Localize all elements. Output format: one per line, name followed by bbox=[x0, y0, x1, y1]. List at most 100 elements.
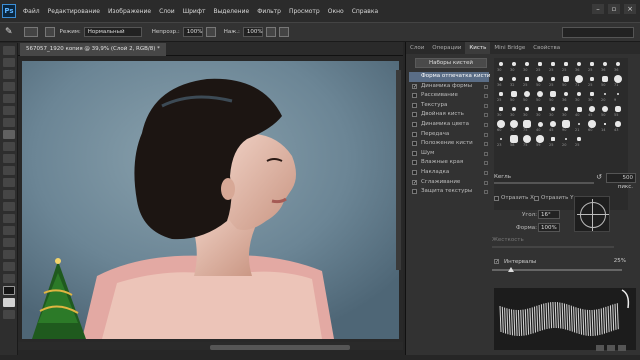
brush-tip[interactable]: 14 bbox=[599, 119, 611, 133]
angle-roundness-widget[interactable] bbox=[574, 196, 610, 232]
brush-tip[interactable]: 55 bbox=[612, 104, 624, 118]
brush-option-checkbox[interactable] bbox=[412, 121, 417, 127]
pen-tool-icon[interactable] bbox=[3, 214, 15, 223]
dodge-tool-icon[interactable] bbox=[3, 202, 15, 211]
brush-tip[interactable]: 30 bbox=[573, 89, 585, 103]
lasso-tool-icon[interactable] bbox=[3, 70, 15, 79]
airbrush-icon[interactable] bbox=[265, 27, 276, 37]
brush-tip[interactable]: 30 bbox=[495, 104, 507, 118]
tab-layers[interactable]: Слои bbox=[406, 42, 428, 54]
flow-field[interactable]: 100% bbox=[242, 27, 263, 37]
lock-icon[interactable] bbox=[484, 113, 488, 118]
flip-y-option[interactable]: Отразить Y bbox=[534, 195, 573, 201]
angle-field[interactable]: 16° bbox=[538, 210, 560, 219]
menu-select[interactable]: Выделение bbox=[209, 8, 253, 15]
spacing-value[interactable]: 25% bbox=[614, 258, 626, 264]
grid-view-icon[interactable] bbox=[607, 345, 615, 351]
menu-type[interactable]: Шрифт bbox=[179, 8, 210, 15]
path-select-tool-icon[interactable] bbox=[3, 238, 15, 247]
tab-properties[interactable]: Свойства bbox=[529, 42, 564, 54]
canvas-area[interactable] bbox=[18, 56, 403, 342]
new-preset-icon[interactable] bbox=[618, 345, 626, 351]
flip-x-option[interactable]: Отразить X bbox=[494, 195, 534, 201]
brush-option-checkbox[interactable] bbox=[412, 150, 417, 156]
lock-icon[interactable] bbox=[484, 84, 488, 89]
menu-layer[interactable]: Слои bbox=[155, 8, 179, 15]
brush-tool-icon[interactable] bbox=[3, 130, 15, 139]
brush-option-6[interactable]: Передача bbox=[409, 130, 489, 140]
brush-tip[interactable]: 32 bbox=[508, 74, 520, 88]
brush-tip[interactable]: 90 bbox=[560, 119, 572, 133]
brush-tip[interactable]: 50 bbox=[534, 74, 546, 88]
hand-tool-icon[interactable] bbox=[3, 262, 15, 271]
brush-tip[interactable]: 50 bbox=[547, 89, 559, 103]
brush-option-8[interactable]: Шум bbox=[409, 149, 489, 159]
lock-icon[interactable] bbox=[484, 190, 488, 195]
lock-icon[interactable] bbox=[484, 142, 488, 147]
brush-tip[interactable]: 36 bbox=[573, 59, 585, 73]
zoom-tool-icon[interactable] bbox=[3, 274, 15, 283]
background-color-swatch[interactable] bbox=[3, 298, 15, 307]
brush-tip[interactable]: 30 bbox=[508, 104, 520, 118]
size-slider[interactable] bbox=[494, 182, 594, 184]
maximize-icon[interactable]: ▫ bbox=[608, 4, 620, 14]
brush-tip[interactable]: 21 bbox=[573, 119, 585, 133]
brush-size-picker[interactable] bbox=[23, 27, 38, 37]
lock-icon[interactable] bbox=[484, 94, 488, 99]
brush-icon[interactable]: ✎ bbox=[5, 27, 13, 37]
brush-option-10[interactable]: Накладка bbox=[409, 168, 489, 178]
lock-icon[interactable] bbox=[484, 161, 488, 166]
menu-edit[interactable]: Редактирование bbox=[44, 8, 104, 15]
toggle-preview-icon[interactable] bbox=[596, 345, 604, 351]
pressure-opacity-icon[interactable] bbox=[205, 27, 216, 37]
lock-icon[interactable] bbox=[484, 151, 488, 156]
brush-option-checkbox[interactable]: ✓ bbox=[412, 83, 417, 89]
brush-tip[interactable]: 70 bbox=[508, 119, 520, 133]
lock-icon[interactable] bbox=[484, 103, 488, 108]
brush-option-7[interactable]: Положение кисти bbox=[409, 139, 489, 149]
brush-tip[interactable]: 50 bbox=[560, 74, 572, 88]
lock-icon[interactable] bbox=[484, 132, 488, 137]
reset-size-icon[interactable]: ↺ bbox=[596, 173, 602, 181]
healing-tool-icon[interactable] bbox=[3, 118, 15, 127]
brush-option-12[interactable]: Защита текстуры bbox=[409, 187, 489, 197]
brush-tip[interactable]: 30 bbox=[495, 59, 507, 73]
brush-option-2[interactable]: Рассеивание bbox=[409, 91, 489, 101]
brush-tip[interactable]: 59 bbox=[534, 134, 546, 148]
brush-tip[interactable]: 30 bbox=[508, 59, 520, 73]
brush-tip[interactable]: 50 bbox=[534, 89, 546, 103]
marquee-tool-icon[interactable] bbox=[3, 58, 15, 67]
brush-option-checkbox[interactable] bbox=[412, 189, 417, 195]
brush-tip[interactable]: 30 bbox=[547, 104, 559, 118]
flip-x-checkbox[interactable] bbox=[494, 195, 499, 201]
brush-option-3[interactable]: Текстура bbox=[409, 101, 489, 111]
brush-tip[interactable]: 50 bbox=[521, 89, 533, 103]
eyedropper-tool-icon[interactable] bbox=[3, 106, 15, 115]
brush-tip[interactable]: 25 bbox=[534, 59, 546, 73]
stamp-tool-icon[interactable] bbox=[3, 142, 15, 151]
brush-option-checkbox[interactable] bbox=[412, 93, 417, 99]
menu-view[interactable]: Просмотр bbox=[285, 8, 324, 15]
move-tool-icon[interactable] bbox=[3, 46, 15, 55]
tab-mini-bridge[interactable]: Mini Bridge bbox=[490, 42, 529, 54]
crop-tool-icon[interactable] bbox=[3, 94, 15, 103]
brush-tip[interactable]: 25 bbox=[586, 74, 598, 88]
brush-option-checkbox[interactable] bbox=[412, 112, 417, 118]
brush-tip-grid[interactable]: 30 30 30 25 25 25 36 25 36 36 36 32 25 50 25 50 71 25 50 71… bbox=[494, 58, 628, 210]
spacing-slider-knob[interactable] bbox=[508, 267, 514, 272]
brush-tip[interactable]: 50 bbox=[599, 74, 611, 88]
brush-tip[interactable]: 30 bbox=[521, 59, 533, 73]
brush-tip[interactable]: 25 bbox=[521, 74, 533, 88]
brush-option-checkbox[interactable] bbox=[412, 160, 417, 166]
tab-actions[interactable]: Операции bbox=[428, 42, 465, 54]
brush-tip[interactable]: 60 bbox=[495, 119, 507, 133]
brush-option-4[interactable]: Двойная кисть bbox=[409, 110, 489, 120]
shape-tool-icon[interactable] bbox=[3, 250, 15, 259]
brush-option-checkbox[interactable]: ✓ bbox=[412, 179, 417, 185]
document-tab[interactable]: 567057_1920 копия @ 39,9% (Слой 2, RGB/8… bbox=[20, 43, 166, 56]
menu-image[interactable]: Изображение bbox=[104, 8, 155, 15]
blur-tool-icon[interactable] bbox=[3, 190, 15, 199]
menu-file[interactable]: Файл bbox=[19, 8, 44, 15]
brush-tip[interactable]: 40 bbox=[534, 119, 546, 133]
brush-tip[interactable]: 9 bbox=[612, 89, 624, 103]
